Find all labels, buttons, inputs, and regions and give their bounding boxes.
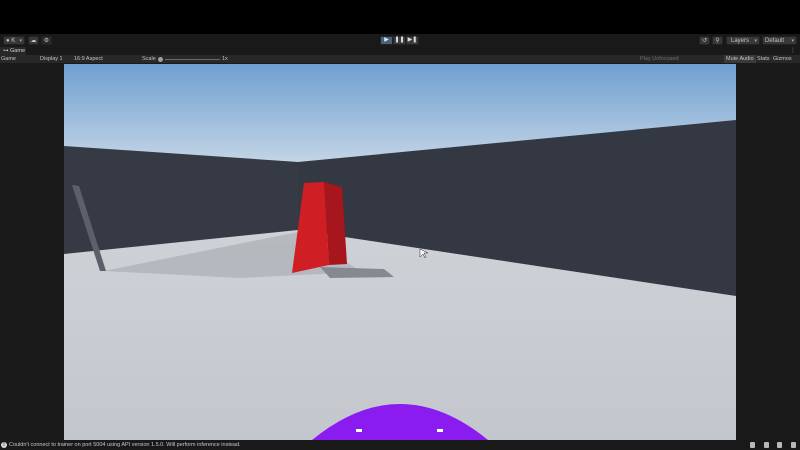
tab-game[interactable]: ⊶ Game — [0, 47, 26, 55]
play-focus-dropdown[interactable]: Play Unfocused — [640, 55, 679, 63]
search-icon: ⚲ — [715, 38, 720, 44]
gamepad-icon: ⊶ — [3, 48, 9, 54]
layers-dropdown[interactable]: Layers ▾ — [726, 36, 760, 45]
warning-icon[interactable]: ! — [1, 442, 7, 448]
cache-icon[interactable] — [777, 442, 783, 448]
stats-toggle[interactable]: Stats — [757, 55, 770, 63]
pause-icon: ❚❚ — [394, 37, 405, 43]
account-icon: ● — [6, 38, 10, 44]
chevron-down-icon: ▾ — [791, 38, 794, 44]
scale-slider[interactable] — [165, 59, 220, 60]
tab-game-label: Game — [10, 48, 26, 54]
display-dropdown[interactable]: Display 1 — [40, 55, 73, 63]
game-scene — [64, 64, 736, 440]
game-mode-dropdown[interactable]: Game — [1, 55, 36, 63]
scale-value: 1x — [222, 56, 228, 62]
scale-slider-handle[interactable] — [158, 57, 163, 62]
screen: ● K ▾ ☁ ⚙ ▶ ❚❚ ▶❚ ↺ ⚲ Layers ▾ Default ▾… — [0, 0, 800, 450]
gizmos-toggle[interactable]: Gizmos — [773, 55, 792, 63]
notification-icon[interactable] — [791, 442, 796, 448]
status-icons — [743, 442, 796, 448]
game-viewport-area — [0, 64, 800, 440]
history-icon: ↺ — [701, 38, 708, 44]
collab-button[interactable]: ⚙ — [41, 36, 52, 45]
more-options-icon[interactable]: ⋮ — [790, 47, 796, 55]
game-view-toolbar: Game Display 1 16:9 Aspect Scale 1x Play… — [0, 55, 800, 64]
cloud-icon: ☁ — [30, 38, 37, 44]
game-viewport[interactable] — [64, 64, 736, 440]
pause-button[interactable]: ❚❚ — [393, 36, 406, 45]
step-icon: ▶❚ — [407, 37, 418, 43]
status-message[interactable]: Couldn't connect to trainer on port 5004… — [9, 440, 241, 450]
step-button[interactable]: ▶❚ — [406, 36, 419, 45]
account-label: K — [11, 38, 16, 44]
layout-dropdown[interactable]: Default ▾ — [762, 36, 797, 45]
cloud-button[interactable]: ☁ — [28, 36, 39, 45]
undo-history-button[interactable]: ↺ — [699, 36, 710, 45]
layout-label: Default — [765, 38, 785, 44]
mute-audio-toggle[interactable]: Mute Audio — [724, 55, 756, 63]
status-bar: ! Couldn't connect to trainer on port 50… — [0, 440, 800, 450]
collab-icon: ⚙ — [43, 38, 50, 44]
play-button[interactable]: ▶ — [380, 36, 393, 45]
save-icon[interactable] — [750, 442, 756, 448]
agent-marker — [356, 429, 362, 432]
aspect-dropdown[interactable]: 16:9 Aspect — [74, 55, 134, 63]
chevron-down-icon: ▾ — [754, 38, 757, 44]
account-button[interactable]: ● K ▾ — [3, 36, 25, 45]
layers-label: Layers — [731, 38, 750, 44]
agent-marker — [437, 429, 443, 432]
main-toolbar: ● K ▾ ☁ ⚙ ▶ ❚❚ ▶❚ ↺ ⚲ Layers ▾ Default ▾ — [0, 34, 800, 48]
debug-icon[interactable] — [763, 442, 769, 448]
playmode-controls: ▶ ❚❚ ▶❚ — [380, 36, 419, 45]
scale-label: Scale — [142, 56, 156, 62]
search-button[interactable]: ⚲ — [712, 36, 723, 45]
play-icon: ▶ — [384, 37, 389, 43]
tab-strip: ⊶ Game ⋮ — [0, 47, 800, 55]
unity-editor: ● K ▾ ☁ ⚙ ▶ ❚❚ ▶❚ ↺ ⚲ Layers ▾ Default ▾… — [0, 34, 800, 450]
chevron-down-icon: ▾ — [19, 38, 22, 44]
